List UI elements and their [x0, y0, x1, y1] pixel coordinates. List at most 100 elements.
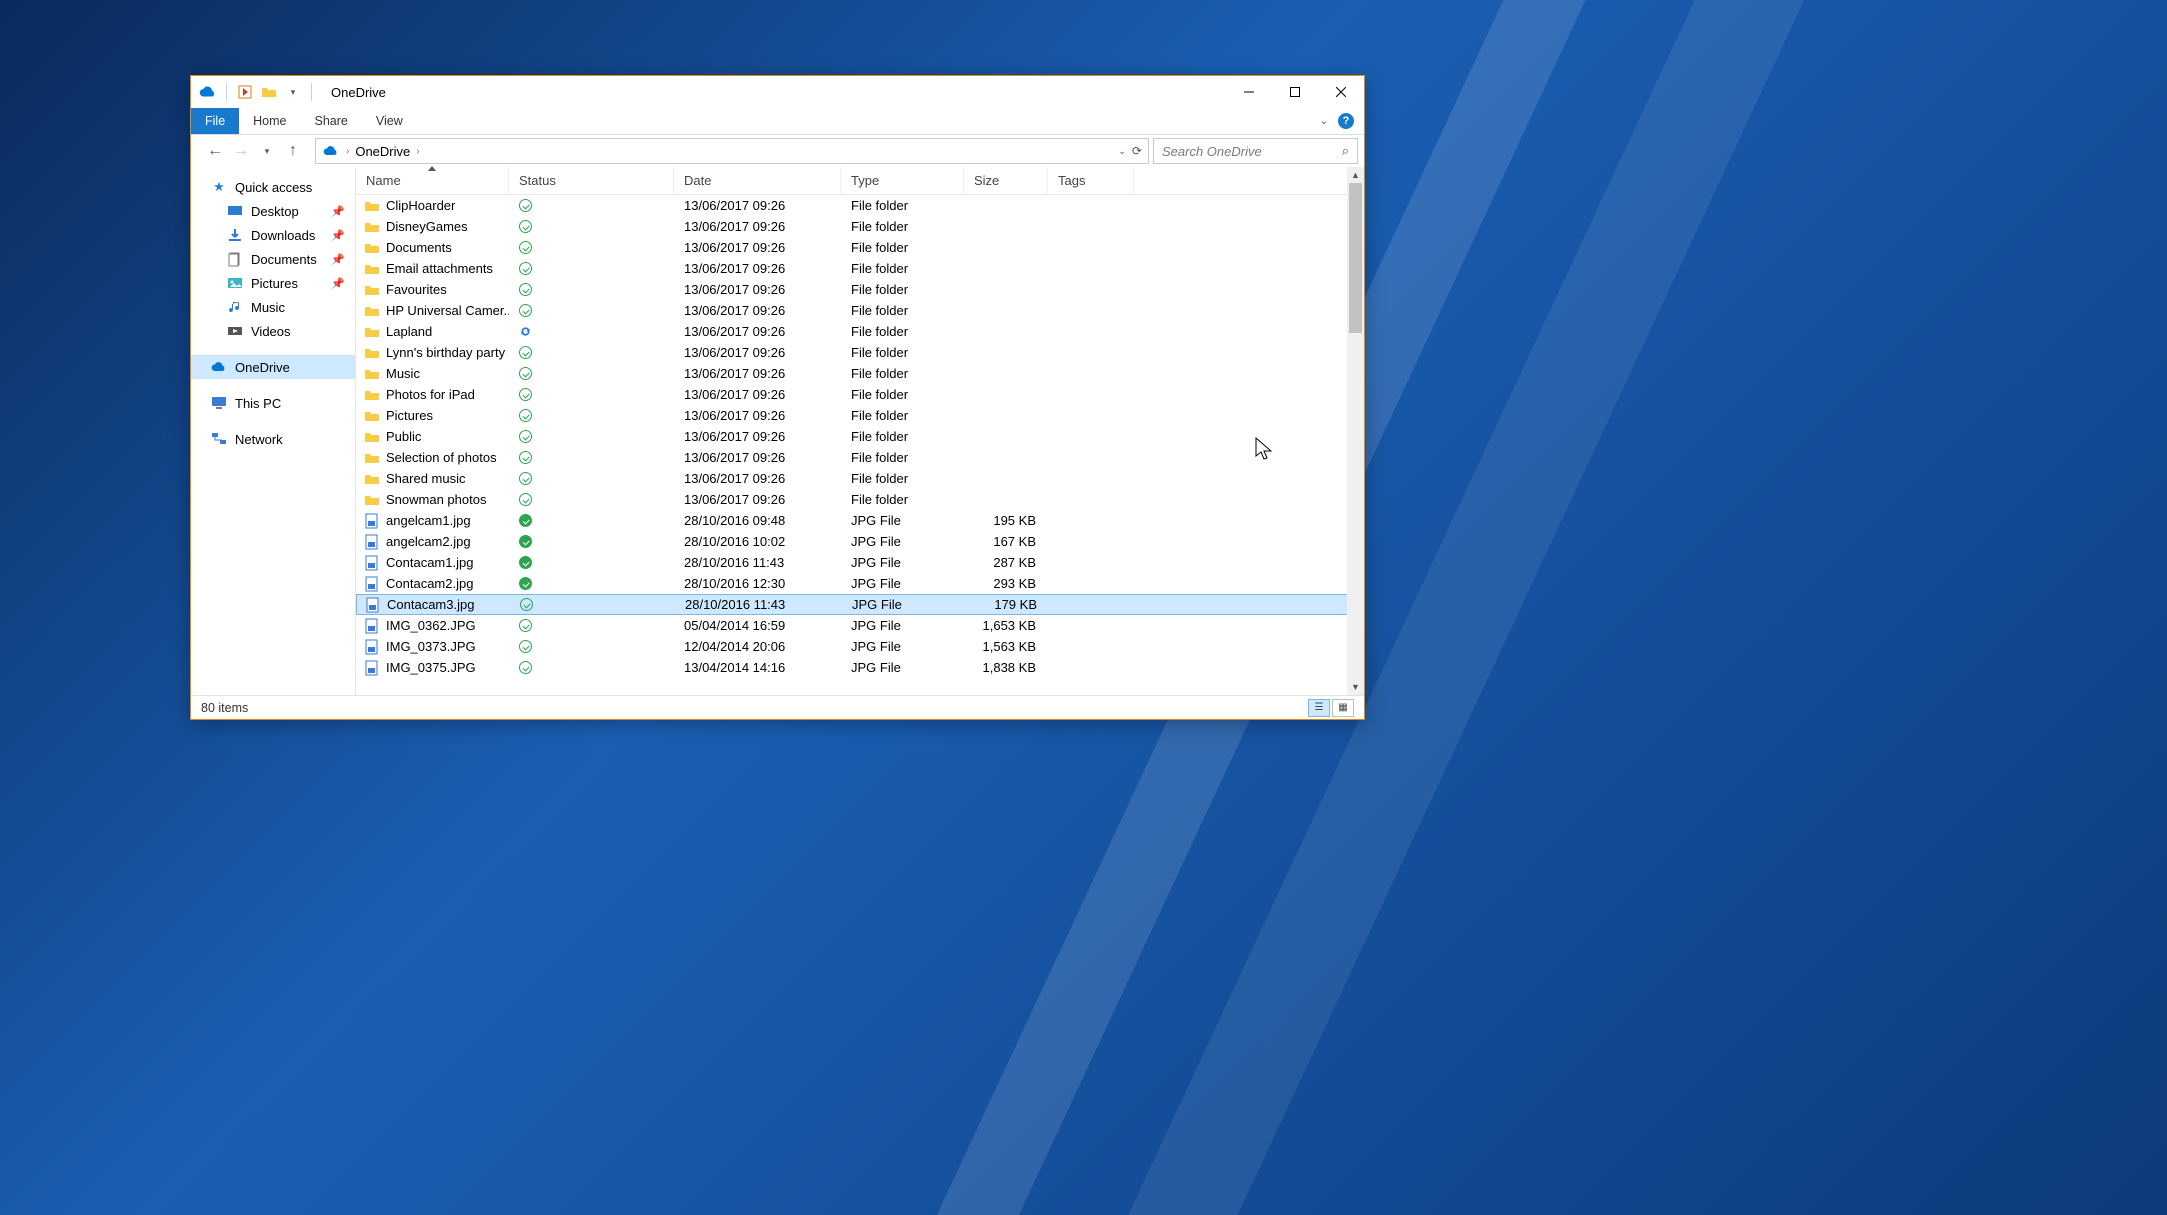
status-synced-icon: [519, 367, 532, 380]
folder-qat-icon[interactable]: [260, 83, 278, 101]
tab-share[interactable]: Share: [301, 108, 362, 134]
file-name: Favourites: [386, 282, 447, 297]
file-row[interactable]: Email attachments13/06/2017 09:26File fo…: [356, 258, 1364, 279]
column-label: Size: [974, 173, 999, 188]
scroll-up-icon[interactable]: ▲: [1347, 167, 1364, 183]
status-synced-icon: [519, 640, 532, 653]
sidebar-item-videos[interactable]: Videos: [191, 319, 355, 343]
column-header-date[interactable]: Date: [674, 167, 841, 194]
sidebar-item-music[interactable]: Music: [191, 295, 355, 319]
sidebar-item-downloads[interactable]: Downloads📌: [191, 223, 355, 247]
file-row[interactable]: IMG_0375.JPG13/04/2014 14:16JPG File1,83…: [356, 657, 1364, 678]
file-row[interactable]: IMG_0373.JPG12/04/2014 20:06JPG File1,56…: [356, 636, 1364, 657]
icons-view-button[interactable]: ▦: [1332, 699, 1354, 717]
file-row[interactable]: Favourites13/06/2017 09:26File folder: [356, 279, 1364, 300]
file-type: File folder: [841, 282, 964, 297]
address-dropdown-icon[interactable]: ⌄: [1118, 146, 1126, 157]
chevron-right-icon[interactable]: ›: [346, 146, 349, 157]
column-header-name[interactable]: Name: [356, 167, 509, 194]
chevron-right-icon[interactable]: ›: [416, 146, 419, 157]
file-row[interactable]: Public13/06/2017 09:26File folder: [356, 426, 1364, 447]
file-row[interactable]: Pictures13/06/2017 09:26File folder: [356, 405, 1364, 426]
search-box[interactable]: ⌕: [1153, 138, 1358, 164]
back-button[interactable]: ←: [203, 139, 227, 163]
file-row[interactable]: DisneyGames13/06/2017 09:26File folder: [356, 216, 1364, 237]
file-row[interactable]: Snowman photos13/06/2017 09:26File folde…: [356, 489, 1364, 510]
file-row[interactable]: HP Universal Camer...13/06/2017 09:26Fil…: [356, 300, 1364, 321]
pin-icon: 📌: [331, 205, 345, 218]
file-name: Contacam3.jpg: [387, 597, 474, 612]
nav-quick-access[interactable]: ★ Quick access: [191, 175, 355, 199]
nav-this-pc[interactable]: This PC: [191, 391, 355, 415]
file-row[interactable]: Contacam1.jpg28/10/2016 11:43JPG File287…: [356, 552, 1364, 573]
file-name: Lynn's birthday party: [386, 345, 505, 360]
tab-file[interactable]: File: [191, 108, 239, 134]
file-row[interactable]: Contacam3.jpg28/10/2016 11:43JPG File179…: [356, 594, 1364, 615]
refresh-icon[interactable]: ⟳: [1132, 144, 1142, 158]
nav-label: This PC: [235, 396, 281, 411]
nav-network[interactable]: Network: [191, 427, 355, 451]
sidebar-item-label: Desktop: [251, 204, 299, 219]
up-button[interactable]: ↑: [281, 139, 305, 163]
file-type: File folder: [841, 324, 964, 339]
close-button[interactable]: [1318, 76, 1364, 108]
column-header-status[interactable]: Status: [509, 167, 674, 194]
file-name: Documents: [386, 240, 452, 255]
navigation-pane: ★ Quick access Desktop📌Downloads📌Documen…: [191, 167, 356, 695]
file-row[interactable]: angelcam2.jpg28/10/2016 10:02JPG File167…: [356, 531, 1364, 552]
search-icon[interactable]: ⌕: [1342, 143, 1349, 159]
file-row[interactable]: Lynn's birthday party13/06/2017 09:26Fil…: [356, 342, 1364, 363]
file-name: Pictures: [386, 408, 433, 423]
file-row[interactable]: angelcam1.jpg28/10/2016 09:48JPG File195…: [356, 510, 1364, 531]
ribbon-collapse-icon[interactable]: ⌄: [1320, 116, 1328, 127]
scrollbar-thumb[interactable]: [1349, 183, 1362, 333]
sidebar-item-pictures[interactable]: Pictures📌: [191, 271, 355, 295]
sidebar-item-label: Music: [251, 300, 285, 315]
search-input[interactable]: [1162, 144, 1342, 159]
file-name: angelcam2.jpg: [386, 534, 471, 549]
file-type: File folder: [841, 429, 964, 444]
file-size: 293 KB: [964, 576, 1048, 591]
column-header-type[interactable]: Type: [841, 167, 964, 194]
address-bar[interactable]: › OneDrive › ⌄ ⟳: [315, 138, 1149, 164]
sidebar-item-documents[interactable]: Documents📌: [191, 247, 355, 271]
downloads-icon: [227, 227, 243, 243]
status-synced-icon: [519, 472, 532, 485]
status-syncing-icon: [519, 325, 532, 338]
forward-button[interactable]: →: [229, 139, 253, 163]
file-row[interactable]: Photos for iPad13/06/2017 09:26File fold…: [356, 384, 1364, 405]
file-row[interactable]: Contacam2.jpg28/10/2016 12:30JPG File293…: [356, 573, 1364, 594]
file-row[interactable]: Music13/06/2017 09:26File folder: [356, 363, 1364, 384]
maximize-button[interactable]: [1272, 76, 1318, 108]
scroll-down-icon[interactable]: ▼: [1347, 679, 1364, 695]
desktop-icon: [227, 203, 243, 219]
tab-view[interactable]: View: [362, 108, 417, 134]
file-date: 13/06/2017 09:26: [674, 324, 841, 339]
nav-onedrive[interactable]: OneDrive: [191, 355, 355, 379]
sidebar-item-label: Documents: [251, 252, 317, 267]
recent-dropdown-icon[interactable]: ▾: [255, 139, 279, 163]
help-icon[interactable]: ?: [1338, 113, 1354, 129]
file-row[interactable]: Selection of photos13/06/2017 09:26File …: [356, 447, 1364, 468]
minimize-button[interactable]: [1226, 76, 1272, 108]
file-row[interactable]: Lapland13/06/2017 09:26File folder: [356, 321, 1364, 342]
file-row[interactable]: Shared music13/06/2017 09:26File folder: [356, 468, 1364, 489]
column-label: Date: [684, 173, 711, 188]
tab-home[interactable]: Home: [239, 108, 300, 134]
details-view-button[interactable]: ☰: [1308, 699, 1330, 717]
sidebar-item-label: Downloads: [251, 228, 315, 243]
file-name: IMG_0362.JPG: [386, 618, 476, 633]
column-header-size[interactable]: Size: [964, 167, 1048, 194]
file-type: JPG File: [841, 555, 964, 570]
column-header-tags[interactable]: Tags: [1048, 167, 1134, 194]
vertical-scrollbar[interactable]: ▲ ▼: [1347, 167, 1364, 695]
qat-dropdown-icon[interactable]: ▾: [284, 83, 302, 101]
file-row[interactable]: IMG_0362.JPG05/04/2014 16:59JPG File1,65…: [356, 615, 1364, 636]
explorer-window: ▾ OneDrive File Home Share View ⌄ ? ← → …: [190, 75, 1365, 720]
file-type: File folder: [841, 492, 964, 507]
sidebar-item-desktop[interactable]: Desktop 📌: [191, 199, 355, 223]
breadcrumb[interactable]: OneDrive: [355, 144, 410, 159]
file-row[interactable]: ClipHoarder13/06/2017 09:26File folder: [356, 195, 1364, 216]
properties-qat-icon[interactable]: [236, 83, 254, 101]
file-row[interactable]: Documents13/06/2017 09:26File folder: [356, 237, 1364, 258]
